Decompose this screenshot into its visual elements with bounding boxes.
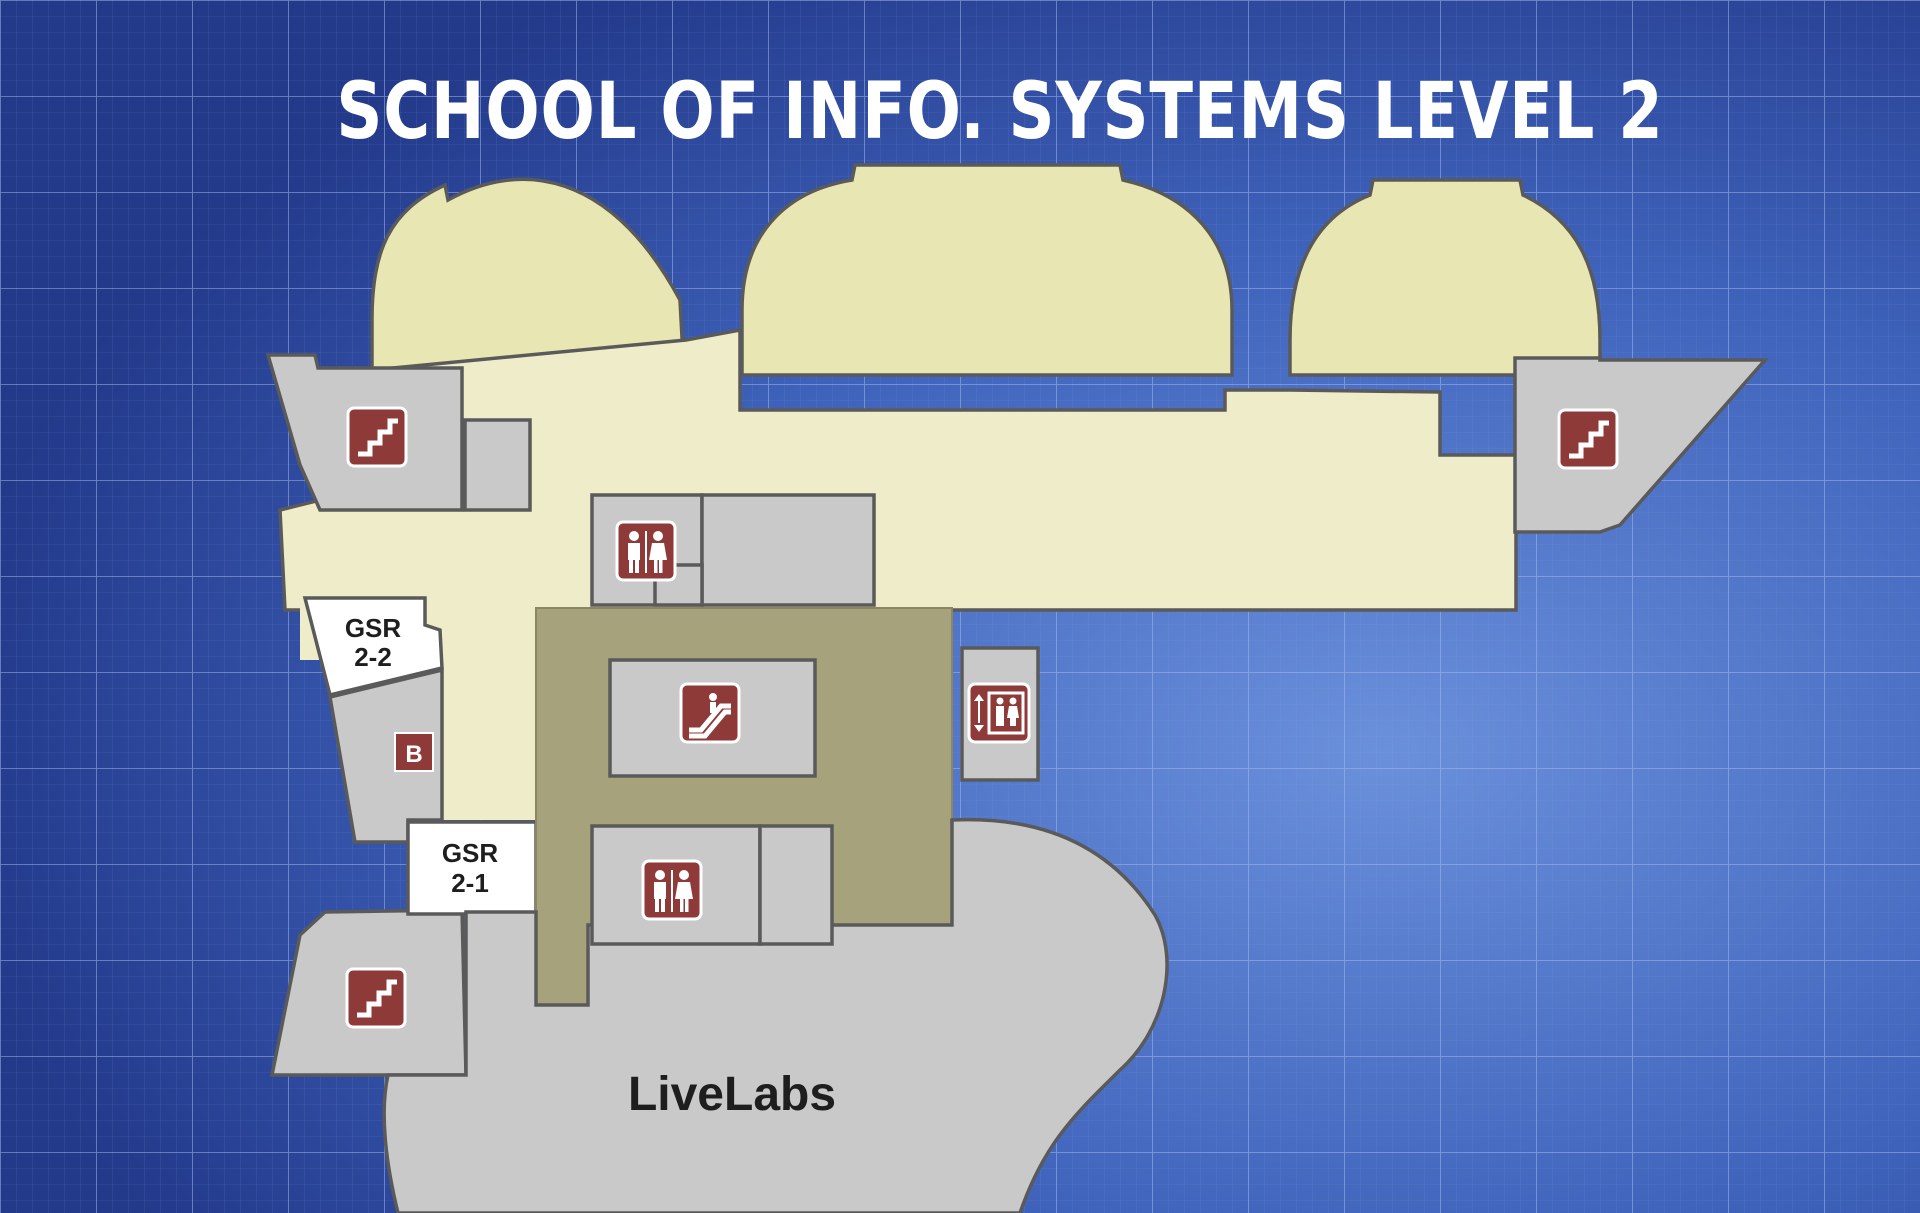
stairs-icon <box>345 967 407 1029</box>
restroom-icon <box>615 520 677 582</box>
escalator-icon <box>679 682 741 744</box>
dome-center <box>740 163 1234 377</box>
room-b-label: B <box>405 741 422 768</box>
gsr-2-2-label-line1: GSR <box>345 613 402 643</box>
room-b-badge: B <box>394 732 434 772</box>
gsr-2-2-label-line2: 2-2 <box>354 642 392 672</box>
restroom-upper-side <box>700 493 876 607</box>
restroom-icon <box>641 859 703 921</box>
livelabs-label: LiveLabs <box>628 1068 836 1121</box>
gsr-2-1-label-line2: 2-1 <box>451 868 489 898</box>
gsr-2-1-label-line1: GSR <box>442 838 499 868</box>
stairs-icon <box>346 406 408 468</box>
elevator-icon <box>967 682 1031 744</box>
stairs-icon <box>1557 408 1619 470</box>
floor-plan-map: SCHOOL OF INFO. SYSTEMS LEVEL 2 GSR 2-2 … <box>0 0 1920 1213</box>
map-title: SCHOOL OF INFO. SYSTEMS LEVEL 2 <box>336 66 1663 157</box>
room-top-left-small <box>463 418 532 512</box>
restroom-lower-side <box>758 824 834 946</box>
